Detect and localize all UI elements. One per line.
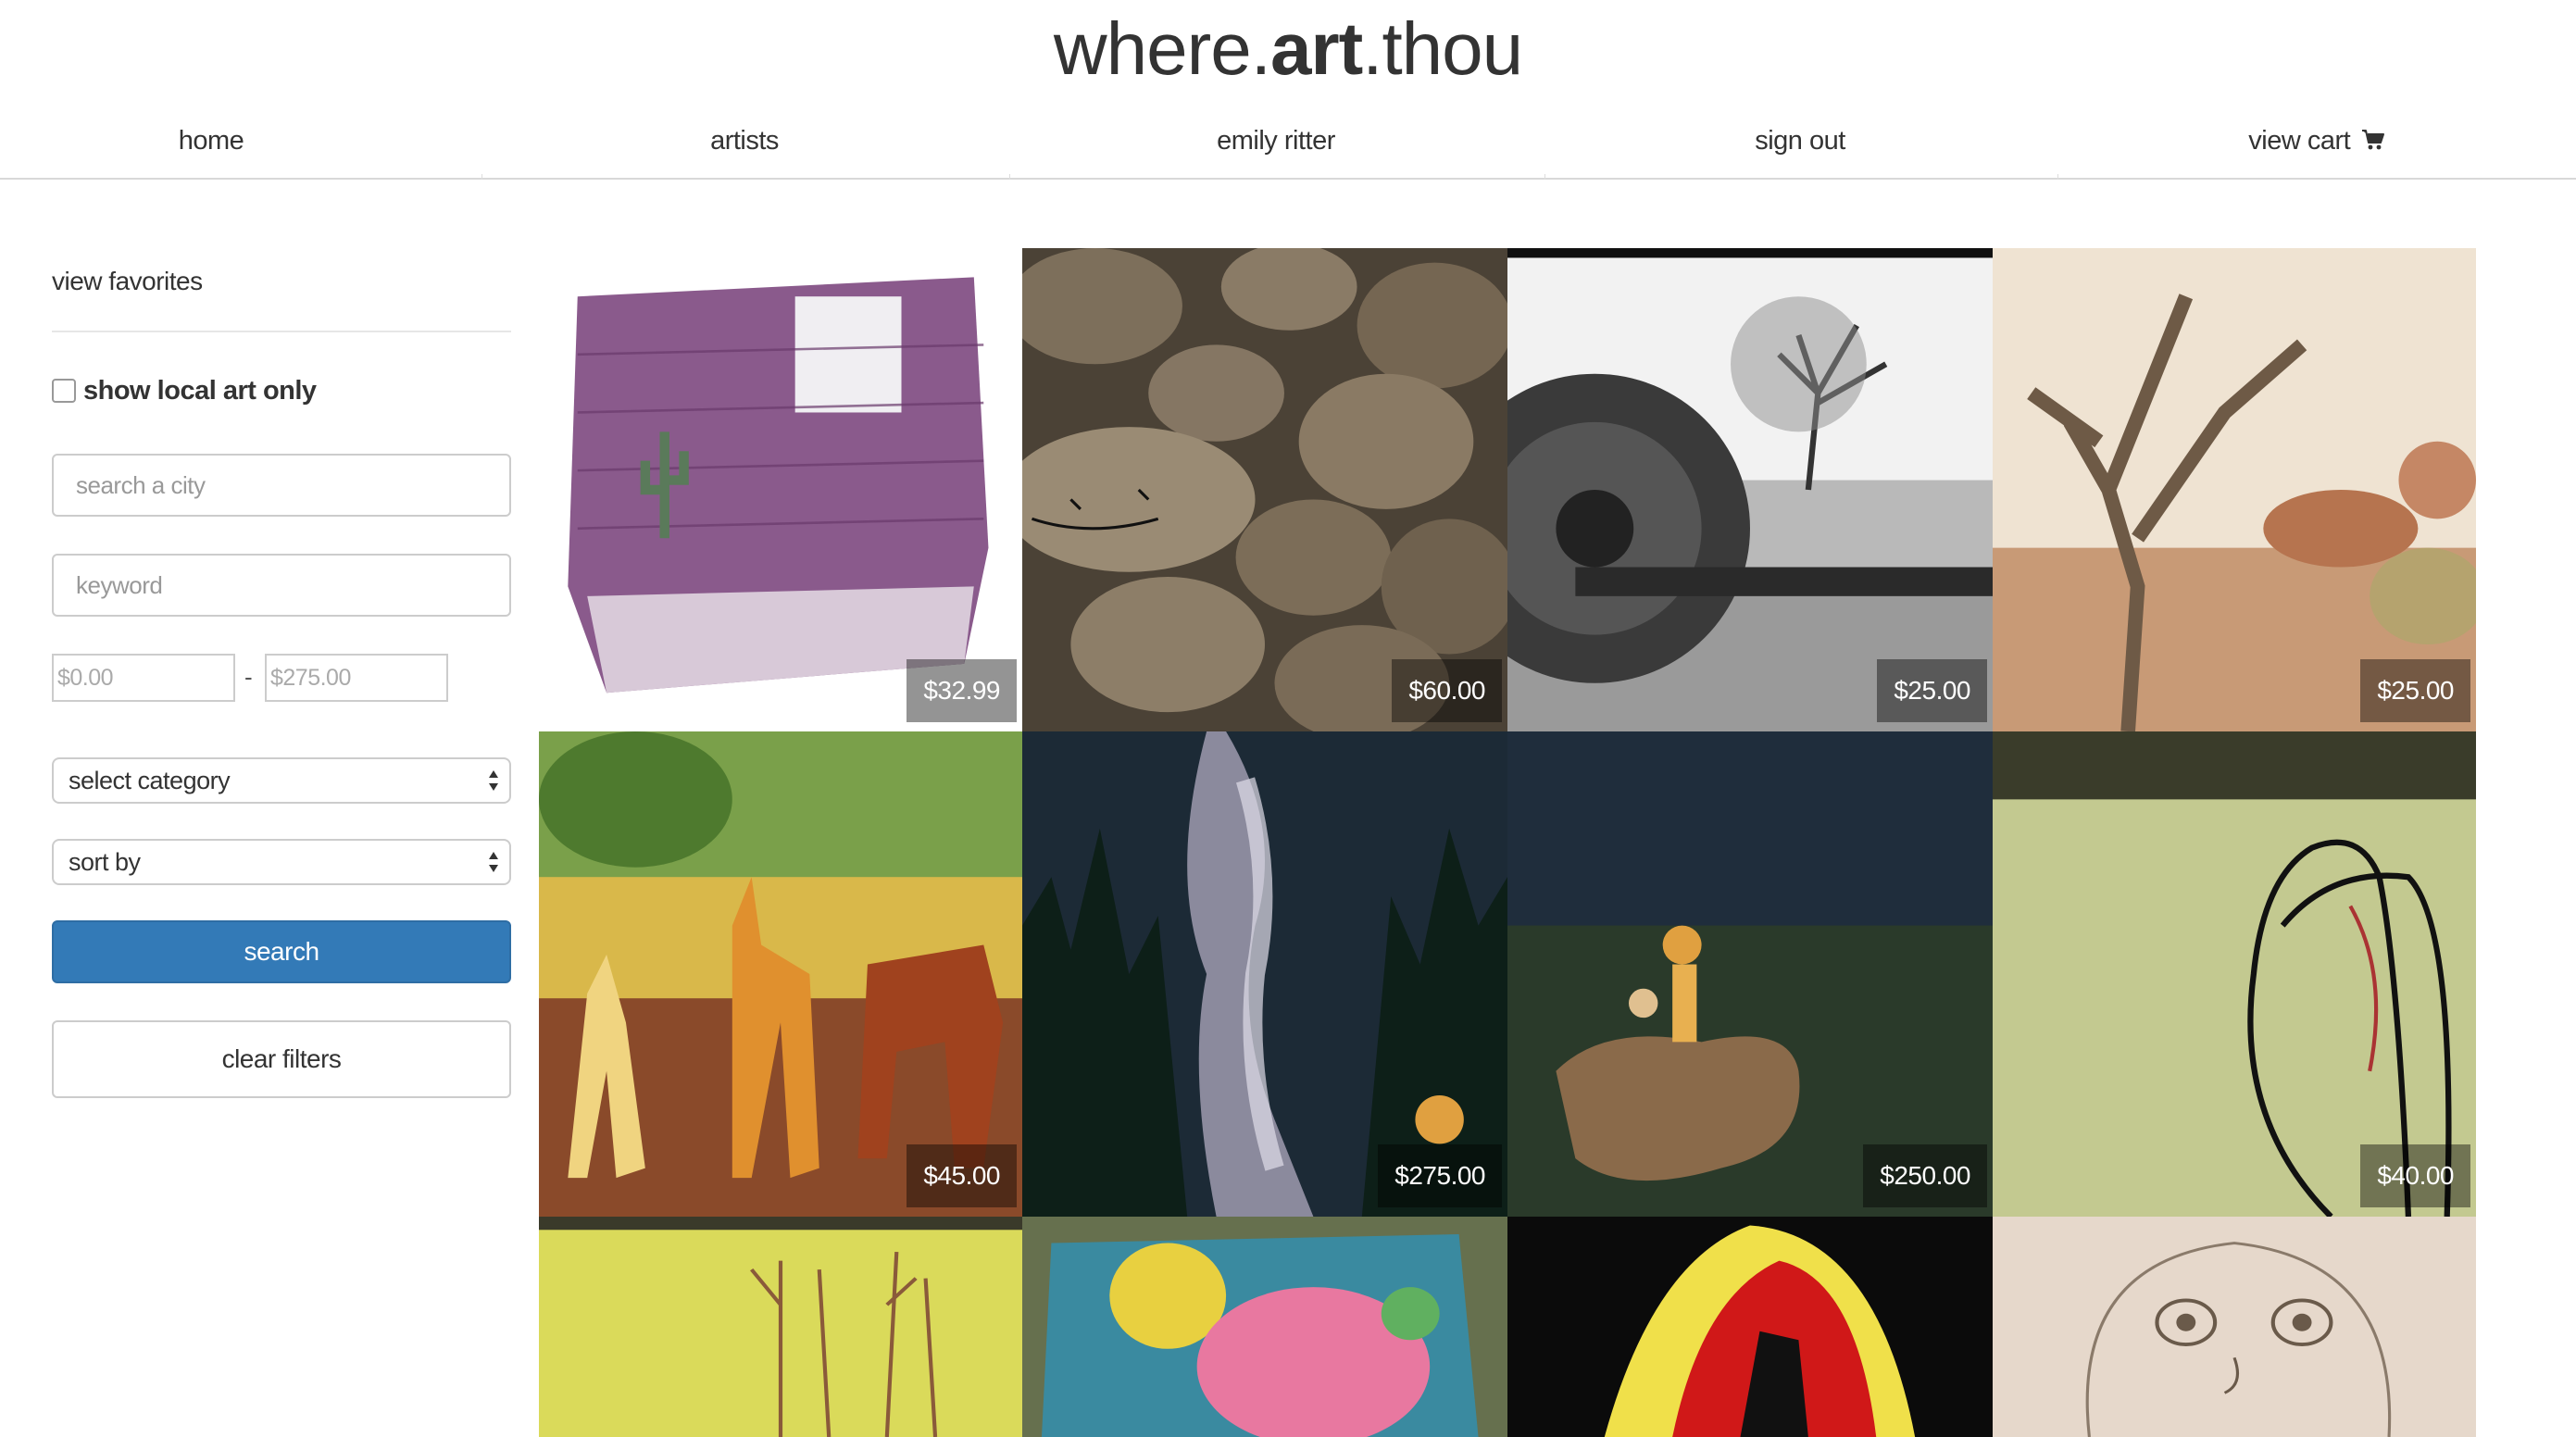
nav-home-link[interactable]: home	[0, 109, 422, 178]
artwork-tile[interactable]	[1993, 1217, 2476, 1437]
site-logo[interactable]: where.art.thou	[0, 7, 2576, 91]
nav-cart-link[interactable]: view cart	[2057, 109, 2576, 178]
price-tag: $25.00	[1877, 659, 1987, 722]
city-search-input[interactable]: search a city	[52, 454, 511, 517]
local-art-checkbox[interactable]	[52, 379, 76, 403]
price-tag: $45.00	[907, 1144, 1017, 1207]
price-tag: $250.00	[1863, 1144, 1987, 1207]
artwork-tile[interactable]: $45.00	[539, 731, 1022, 1217]
nav-divider	[1544, 174, 1545, 180]
price-tag: $275.00	[1378, 1144, 1502, 1207]
clear-filters-button[interactable]: clear filters	[52, 1020, 511, 1098]
price-tag: $60.00	[1392, 659, 1502, 722]
nav-artists-link[interactable]: artists	[481, 109, 1007, 178]
local-art-label: show local art only	[83, 375, 317, 406]
logo-suffix: .thou	[1362, 7, 1523, 90]
local-art-filter: show local art only	[52, 374, 317, 407]
shopping-cart-icon	[2361, 130, 2384, 150]
logo-bold: art	[1269, 7, 1363, 90]
nav-user-link[interactable]: emily ritter	[1009, 109, 1543, 178]
max-price-input[interactable]: $275.00	[265, 654, 448, 702]
artwork-tile[interactable]: $25.00	[1507, 248, 1993, 731]
artwork-tile[interactable]	[539, 1217, 1022, 1437]
view-favorites-link[interactable]: view favorites	[52, 267, 203, 296]
min-price-input[interactable]: $0.00	[52, 654, 235, 702]
search-button[interactable]: search	[52, 920, 511, 983]
nav-signout-link[interactable]: sign out	[1544, 109, 2056, 178]
main-nav: home artists emily ritter sign out view …	[0, 109, 2576, 180]
category-select-value: select category	[69, 766, 231, 794]
artwork-image	[1993, 1217, 2476, 1437]
artwork-tile[interactable]	[1507, 1217, 1993, 1437]
artwork-tile[interactable]: $275.00	[1022, 731, 1507, 1217]
price-tag: $32.99	[907, 659, 1017, 722]
sort-select[interactable]: sort by	[52, 839, 511, 885]
artwork-image	[1022, 1217, 1507, 1437]
price-tag: $40.00	[2360, 1144, 2470, 1207]
sidebar-divider	[52, 331, 511, 332]
artwork-tile[interactable]: $40.00	[1993, 731, 2476, 1217]
artwork-tile[interactable]	[1022, 1217, 1507, 1437]
select-arrows-icon	[489, 770, 498, 791]
nav-divider	[481, 174, 482, 180]
nav-cart-label: view cart	[2248, 126, 2351, 156]
logo-prefix: where.	[1053, 7, 1271, 90]
price-range-separator: -	[244, 663, 253, 691]
artwork-image	[1507, 1217, 1993, 1437]
artwork-tile[interactable]: $250.00	[1507, 731, 1993, 1217]
nav-divider	[1009, 174, 1010, 180]
sort-select-value: sort by	[69, 847, 141, 876]
artwork-tile[interactable]: $25.00	[1993, 248, 2476, 731]
category-select[interactable]: select category	[52, 757, 511, 804]
artwork-image	[539, 1217, 1022, 1437]
price-tag: $25.00	[2360, 659, 2470, 722]
nav-divider	[2057, 174, 2058, 180]
artwork-tile[interactable]: $32.99	[539, 248, 1022, 731]
select-arrows-icon	[489, 852, 498, 872]
keyword-input[interactable]: keyword	[52, 554, 511, 617]
artwork-tile[interactable]: $60.00	[1022, 248, 1507, 731]
